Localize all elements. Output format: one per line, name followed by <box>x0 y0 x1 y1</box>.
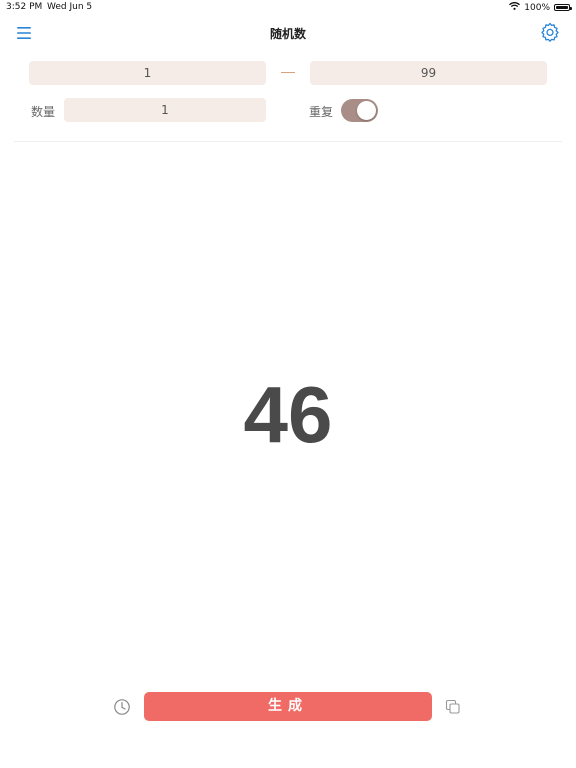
max-value-input[interactable]: 99 <box>310 61 547 85</box>
repeat-label: 重复 <box>309 105 334 119</box>
status-bar: 3:52 PM Wed Jun 5 100% <box>0 0 576 16</box>
battery-percentage: 100% <box>524 2 550 13</box>
count-label: 数量 <box>31 105 56 119</box>
history-button[interactable] <box>113 698 131 716</box>
wifi-icon <box>509 2 521 13</box>
toggle-knob <box>357 101 376 120</box>
status-indicators: 100% <box>509 2 572 13</box>
range-separator <box>281 72 295 73</box>
copy-icon <box>445 699 460 714</box>
clock-icon <box>114 699 130 715</box>
generate-button[interactable]: 生成 <box>144 692 432 721</box>
random-number-screen: 3:52 PM Wed Jun 5 100% 随机数 1 99 数量 1 重复 … <box>0 0 576 768</box>
result-number: 46 <box>243 370 333 459</box>
page-title: 随机数 <box>269 27 306 41</box>
divider <box>14 141 562 142</box>
settings-button[interactable] <box>540 22 560 42</box>
repeat-toggle[interactable] <box>341 99 378 122</box>
battery-icon <box>554 4 572 11</box>
count-input[interactable]: 1 <box>64 98 266 122</box>
copy-button[interactable] <box>444 698 462 716</box>
status-time: 3:52 PM <box>6 2 43 12</box>
navigation-bar: 随机数 <box>0 16 576 50</box>
battery-fill <box>556 6 568 9</box>
gear-icon <box>541 22 559 42</box>
min-value-input[interactable]: 1 <box>29 61 266 85</box>
status-date: Wed Jun 5 <box>47 2 93 12</box>
